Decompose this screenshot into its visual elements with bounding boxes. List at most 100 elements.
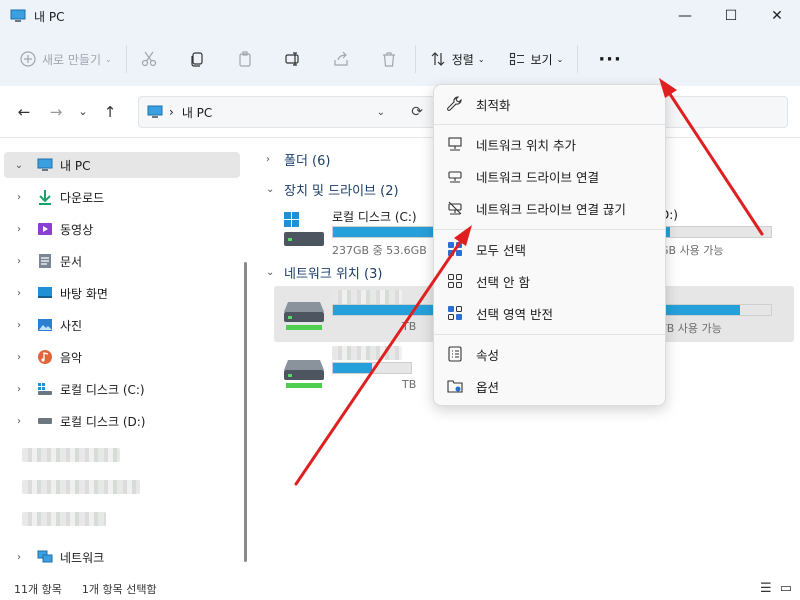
copy-button[interactable] (181, 41, 213, 77)
back-button[interactable]: ← (8, 98, 40, 126)
sidebar-item-drive-c[interactable]: › 로컬 디스크 (C:) (4, 376, 240, 402)
toolbar-divider (577, 45, 579, 73)
chevron-right-icon[interactable]: › (10, 320, 28, 331)
tiles-view-button[interactable]: ▭ (780, 581, 792, 596)
sidebar-item-downloads[interactable]: › 다운로드 (4, 184, 240, 210)
redacted-name (332, 346, 402, 360)
view-label: 보기 (530, 52, 553, 67)
menu-item-map-network-drive[interactable]: 네트워크 드라이브 연결 (438, 161, 663, 191)
share-button[interactable] (325, 41, 357, 77)
search-input[interactable] (660, 96, 788, 128)
new-button[interactable]: 새로 만들기 ⌄ (12, 41, 120, 77)
rename-button[interactable] (277, 41, 309, 77)
video-icon (36, 221, 54, 237)
menu-item-select-none[interactable]: 선택 안 함 (438, 266, 663, 296)
chevron-right-icon[interactable]: › (10, 552, 28, 563)
sidebar-item-label: 내 PC (60, 158, 91, 173)
drive-free-text: TB 사용 가능 (660, 322, 722, 335)
chevron-right-icon[interactable]: › (10, 256, 28, 267)
share-icon (334, 51, 348, 66)
breadcrumb[interactable]: 내 PC (182, 104, 212, 121)
close-button[interactable]: ✕ (754, 0, 800, 32)
view-icon (509, 52, 524, 66)
menu-item-optimize[interactable]: 최적화 (438, 89, 663, 119)
sort-icon (431, 52, 445, 66)
group-label: 장치 및 드라이브 (2) (284, 184, 399, 199)
menu-item-add-network-location[interactable]: 네트워크 위치 추가 (438, 129, 663, 159)
sidebar-item-desktop[interactable]: › 바탕 화면 (4, 280, 240, 306)
chevron-down-icon[interactable]: ⌄ (10, 160, 28, 171)
chevron-right-icon[interactable]: › (10, 224, 28, 235)
sidebar-item-label: 동영상 (60, 222, 94, 237)
sidebar-item-label: 네트워크 (60, 550, 105, 565)
refresh-button[interactable]: ⟳ (411, 104, 423, 120)
chevron-right-icon[interactable]: › (10, 288, 28, 299)
address-dropdown-button[interactable]: ⌄ (377, 107, 385, 118)
menu-divider (434, 229, 665, 230)
sidebar-item-pictures[interactable]: › 사진 (4, 312, 240, 338)
cut-button[interactable] (133, 41, 165, 77)
menu-item-label: 네트워크 위치 추가 (476, 137, 576, 153)
chevron-right-icon[interactable]: › (10, 192, 28, 203)
sidebar-item-drive-d[interactable]: › 로컬 디스크 (D:) (4, 408, 240, 434)
forward-button[interactable]: → (40, 98, 72, 126)
up-button[interactable]: ↑ (94, 98, 126, 126)
menu-item-invert-selection[interactable]: 선택 영역 반전 (438, 298, 663, 328)
group-network-locations[interactable]: ⌄ 네트워크 위치 (3) (266, 263, 382, 282)
view-button[interactable]: 보기 ⌄ (501, 41, 572, 77)
drive-name: 로컬 디스크 (C:) (332, 210, 417, 224)
address-bar[interactable]: › 내 PC ⌄ ⟳ (138, 96, 438, 128)
chevron-right-icon[interactable]: › (10, 384, 28, 395)
network-location-icon (444, 135, 466, 153)
details-view-button[interactable]: ☰ (760, 581, 772, 596)
menu-item-select-all[interactable]: 모두 선택 (438, 234, 663, 264)
wrench-icon (444, 95, 466, 113)
menu-item-label: 속성 (476, 347, 500, 363)
maximize-button[interactable]: ☐ (708, 0, 754, 32)
breadcrumb-separator: › (169, 105, 174, 119)
sidebar-scrollbar[interactable] (244, 262, 247, 562)
recent-locations-button[interactable]: ⌄ (72, 98, 94, 126)
chevron-down-icon: ⌄ (105, 54, 112, 64)
group-devices[interactable]: ⌄ 장치 및 드라이브 (2) (266, 180, 399, 199)
more-options-menu: 최적화 네트워크 위치 추가 네트워크 드라이브 연결 네트워크 드라이브 연결… (433, 84, 666, 406)
sidebar-item-label: 바탕 화면 (60, 286, 108, 301)
group-label: 네트워크 위치 (3) (284, 267, 383, 282)
chevron-right-icon[interactable]: › (10, 352, 28, 363)
window-controls: — ☐ ✕ (662, 0, 800, 32)
chevron-down-icon: ⌄ (556, 54, 564, 64)
sidebar-item-network[interactable]: › 네트워크 (4, 544, 240, 570)
menu-divider (434, 124, 665, 125)
more-button[interactable]: ··· (590, 41, 630, 77)
sidebar-item-videos[interactable]: › 동영상 (4, 216, 240, 242)
sidebar-item-music[interactable]: › 음악 (4, 344, 240, 370)
delete-button[interactable] (373, 41, 405, 77)
pc-icon (36, 157, 54, 173)
sidebar-item-label: 로컬 디스크 (D:) (60, 414, 146, 429)
menu-item-properties[interactable]: 속성 (438, 339, 663, 369)
chevron-down-icon: ⌄ (266, 267, 275, 278)
menu-item-label: 모두 선택 (476, 242, 526, 258)
menu-item-label: 선택 영역 반전 (476, 306, 553, 322)
network-drive-icon (284, 302, 324, 330)
paste-icon (239, 51, 251, 67)
sidebar-item-documents[interactable]: › 문서 (4, 248, 240, 274)
paste-button[interactable] (229, 41, 261, 77)
chevron-right-icon: › (266, 154, 270, 165)
drive-free-text: GB 사용 가능 (660, 244, 724, 257)
map-drive-icon (444, 167, 466, 185)
menu-item-options[interactable]: 옵션 (438, 371, 663, 401)
sidebar-item-this-pc[interactable]: ⌄ 내 PC (4, 152, 240, 178)
minimize-button[interactable]: — (662, 0, 708, 32)
sidebar-item-label: 음악 (60, 350, 83, 365)
properties-icon (444, 345, 466, 363)
menu-item-disconnect-network-drive[interactable]: 네트워크 드라이브 연결 끊기 (438, 193, 663, 223)
drive-d-icon (36, 413, 54, 429)
pc-icon (147, 105, 163, 118)
drive-c-icon (36, 381, 54, 397)
group-label: 폴더 (6) (284, 154, 331, 169)
redacted-name (332, 290, 402, 304)
chevron-right-icon[interactable]: › (10, 416, 28, 427)
group-folders[interactable]: › 폴더 (6) (266, 150, 330, 169)
sort-button[interactable]: 정렬 ⌄ (422, 41, 493, 77)
